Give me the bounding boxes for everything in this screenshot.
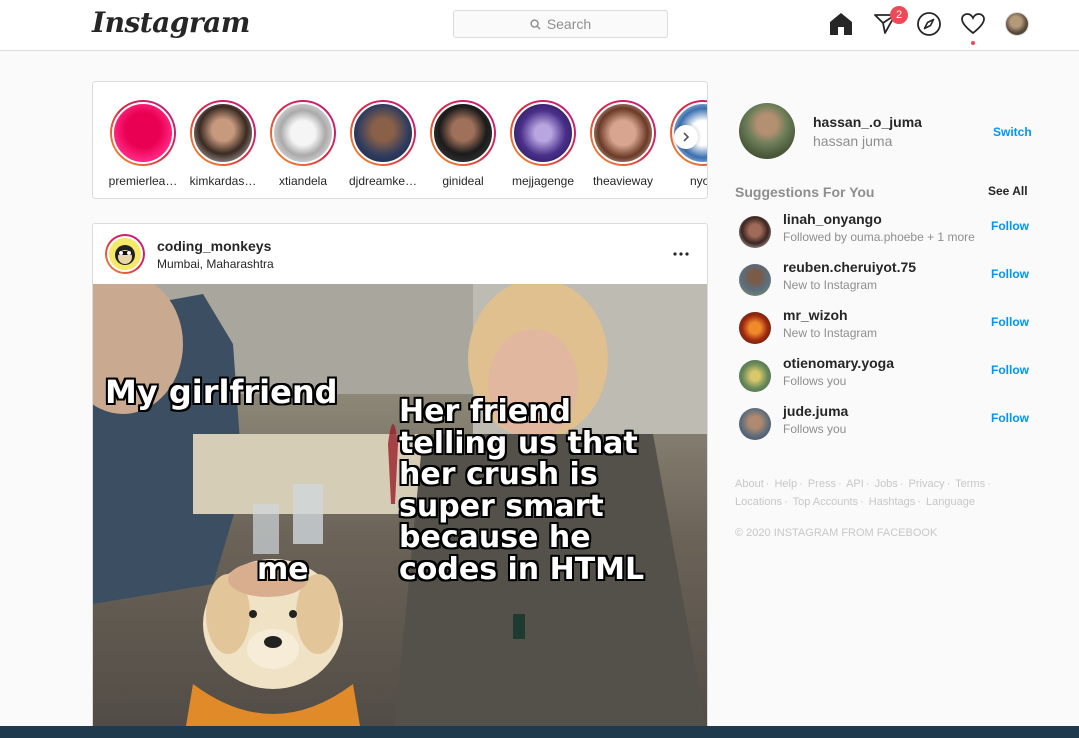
chevron-right-icon [683,132,690,142]
suggestion-avatar[interactable] [739,312,771,344]
story-username: ginideal [442,174,484,188]
footer-link-language[interactable]: Language [926,496,975,508]
story-item[interactable]: theavieway [583,100,663,188]
footer-link-locations[interactable]: Locations [735,496,782,508]
suggestion-username[interactable]: otienomary.yoga [783,355,894,371]
search-placeholder: Search [546,16,592,32]
suggestion-username[interactable]: reuben.cheruiyot.75 [783,259,916,275]
story-avatar [432,102,494,164]
story-username: xtiandela [278,174,328,188]
switch-account-button[interactable]: Switch [993,125,1032,139]
story-item[interactable]: mejjagenge [503,100,583,188]
story-avatar [512,102,574,164]
footer-link-jobs[interactable]: Jobs [875,478,898,490]
suggestion-avatar[interactable] [739,264,771,296]
footer-link-api[interactable]: API [846,478,864,490]
post-location[interactable]: Mumbai, Maharashtra [157,257,274,271]
suggestion-username[interactable]: jude.juma [783,403,848,419]
story-item[interactable]: xtiandela [263,100,343,188]
footer-link-press[interactable]: Press [808,478,836,490]
post-author-username[interactable]: coding_monkeys [157,238,271,254]
post-image[interactable]: My girlfriend Her friend telling us that… [93,284,707,738]
story-username: mejjagenge [511,174,575,188]
activity-heart-icon[interactable] [960,11,986,45]
story-item[interactable]: premierlea… [103,100,183,188]
story-avatar [352,102,414,164]
story-username: premierlea… [108,174,178,188]
story-username: djdreamke… [348,174,418,188]
suggestion-subtitle: Followed by ouma.phoebe + 1 more [783,230,975,244]
footer-link-terms[interactable]: Terms [955,478,985,490]
explore-compass-icon[interactable] [916,11,942,37]
footer-link-about[interactable]: About [735,478,764,490]
suggestion-item: reuben.cheruiyot.75 New to Instagram Fol… [739,259,1033,304]
suggestion-subtitle: Follows you [783,374,847,388]
footer-link-privacy[interactable]: Privacy [909,478,945,490]
suggestion-username[interactable]: mr_wizoh [783,307,848,323]
story-item[interactable]: kimkardas… [183,100,263,188]
follow-button[interactable]: Follow [991,363,1029,377]
story-item[interactable]: djdreamke… [343,100,423,188]
suggestion-avatar[interactable] [739,408,771,440]
post-author-avatar[interactable] [105,234,145,274]
instagram-logo[interactable]: Instagram [92,6,250,39]
story-username: theavieway [592,174,654,188]
post-header: coding_monkeys Mumbai, Maharashtra [93,224,707,284]
suggestion-subtitle: New to Instagram [783,326,878,340]
monkey-logo-icon [115,245,135,265]
suggestion-item: jude.juma Follows you Follow [739,403,1033,448]
story-avatar [112,102,174,164]
meme-caption-left: My girlfriend [105,373,338,411]
suggestion-username[interactable]: linah_onyango [783,211,882,227]
stories-tray: premierlea… kimkardas… xtiandela djdream… [92,81,708,199]
more-options-icon[interactable] [671,244,691,264]
direct-messages-icon[interactable]: 2 [872,6,908,37]
suggestion-item: linah_onyango Followed by ouma.phoebe + … [739,211,1033,256]
footer-link-top-accounts[interactable]: Top Accounts [793,496,858,508]
see-all-button[interactable]: See All [988,184,1028,198]
copyright: © 2020 Instagram from Facebook [735,527,938,539]
notification-badge: 2 [890,6,908,24]
story-avatar [272,102,334,164]
profile-avatar-nav[interactable] [1005,12,1029,36]
footer-links: About · Help · Press · API · Jobs · Privacy · … [735,478,991,508]
suggestion-item: mr_wizoh New to Instagram Follow [739,307,1033,352]
search-icon [530,18,541,30]
story-avatar [592,102,654,164]
stories-next-button[interactable] [674,125,698,149]
footer-link-help[interactable]: Help [774,478,797,490]
suggestion-avatar[interactable] [739,216,771,248]
follow-button[interactable]: Follow [991,315,1029,329]
home-icon[interactable] [828,11,854,37]
current-user-fullname: hassan juma [813,133,893,149]
follow-button[interactable]: Follow [991,267,1029,281]
meme-caption-right: Her friend telling us that her crush is … [399,394,645,587]
story-username: nyon [689,174,707,188]
current-user-avatar[interactable] [739,103,795,159]
suggestion-subtitle: New to Instagram [783,278,878,292]
suggestion-avatar[interactable] [739,360,771,392]
story-item[interactable]: ginideal [423,100,503,188]
story-username: kimkardas… [189,174,257,188]
footer-link-hashtags[interactable]: Hashtags [869,496,915,508]
follow-button[interactable]: Follow [991,411,1029,425]
story-avatar [192,102,254,164]
current-user-username[interactable]: hassan_.o_juma [813,114,922,130]
follow-button[interactable]: Follow [991,219,1029,233]
feed-post: coding_monkeys Mumbai, Maharashtra My gi… [92,223,708,738]
suggestions-title: Suggestions For You [735,184,875,200]
meme-caption-bottom: me [257,552,309,587]
top-nav-bar: Instagram Search 2 [0,0,1079,51]
suggestion-item: otienomary.yoga Follows you Follow [739,355,1033,400]
os-taskbar [0,726,1079,738]
activity-dot [971,41,975,45]
search-input[interactable]: Search [453,10,668,38]
suggestion-subtitle: Follows you [783,422,847,436]
